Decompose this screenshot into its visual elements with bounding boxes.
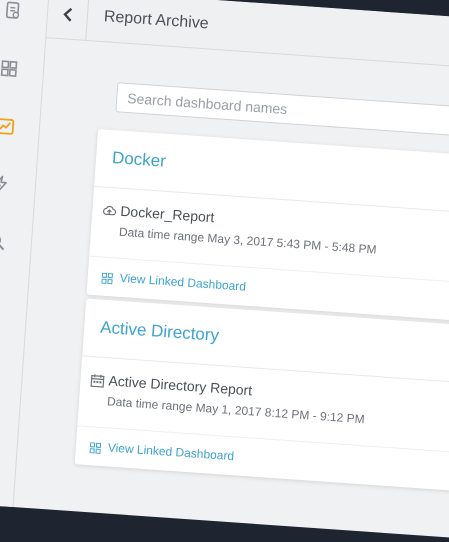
dashboard-card-docker: Docker Docker_Report Data time range May… [87,129,449,325]
back-button[interactable] [46,0,89,41]
link-label: View Linked Dashboard [107,440,234,463]
card-title[interactable]: Docker [111,148,166,171]
chevron-left-icon [61,7,74,22]
grid-icon[interactable] [0,55,23,83]
calendar-icon [90,373,105,388]
app-window: Report Archive Docker Docker_Report Data… [0,0,449,540]
link-label: View Linked Dashboard [119,271,246,294]
dashboard-grid-icon [90,440,102,452]
search-input[interactable] [115,82,449,141]
dashboard-card-active-directory: Active Directory Active Directory Report… [75,299,449,495]
page-title: Report Archive [103,8,209,33]
dashboard-grid-icon [101,271,113,283]
search-icon[interactable] [0,228,11,256]
main-content: Docker Docker_Report Data time range May… [14,39,449,540]
chart-icon[interactable] [0,113,19,141]
bolt-icon[interactable] [0,170,15,198]
report-icon[interactable] [0,0,27,25]
cloud-icon [102,204,117,219]
card-title[interactable]: Active Directory [100,318,220,345]
